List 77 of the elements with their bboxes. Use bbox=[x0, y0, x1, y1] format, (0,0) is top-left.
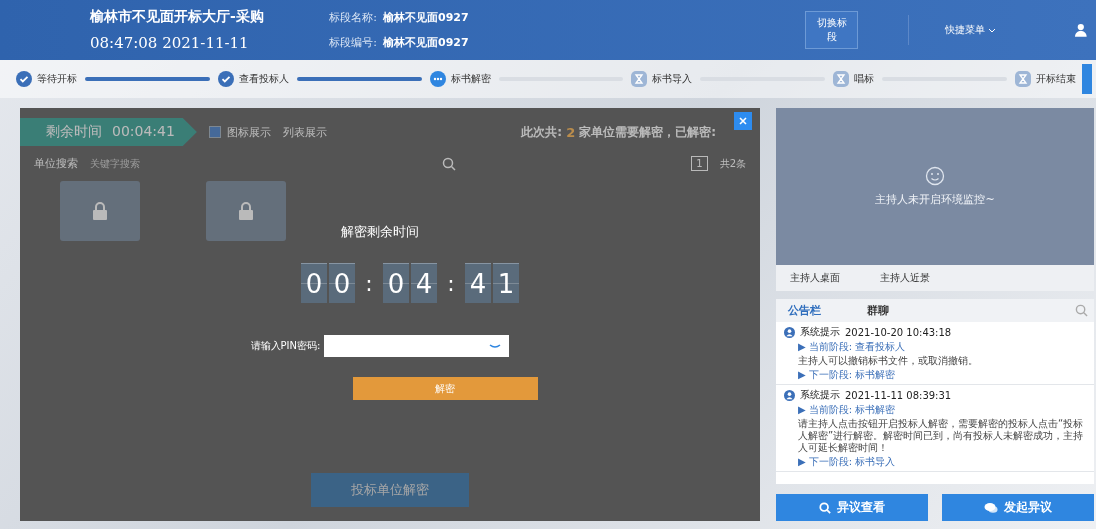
message-sender: 系统提示 bbox=[800, 388, 840, 402]
step-label: 查看投标人 bbox=[238, 72, 289, 86]
dialog-title: 解密剩余时间 bbox=[341, 223, 419, 241]
field-value: 榆林不见面0927 bbox=[383, 35, 469, 50]
close-button[interactable] bbox=[734, 112, 752, 130]
folder-icon[interactable] bbox=[206, 181, 286, 241]
monitor-message: 主持人未开启环境监控~ bbox=[875, 192, 995, 207]
next-stage: ▶ 下一阶段: 标书导入 bbox=[797, 455, 897, 469]
step-label: 标书导入 bbox=[652, 72, 693, 86]
lock-icon bbox=[238, 201, 254, 221]
folder-icon[interactable] bbox=[60, 181, 140, 241]
field-label: 标段名称: bbox=[329, 10, 377, 25]
ellipsis-circle-icon bbox=[429, 71, 446, 87]
timer-badge: 剩余时间 00:04:41 bbox=[20, 118, 197, 146]
bulletin-tab[interactable]: 群聊 bbox=[867, 303, 889, 318]
monitor-tab[interactable]: 主持人桌面 bbox=[790, 271, 840, 285]
page-number[interactable]: 1 bbox=[691, 156, 708, 171]
lock-icon bbox=[92, 201, 108, 221]
bidder-decrypt-button[interactable]: 投标单位解密 bbox=[311, 473, 469, 507]
message-body: 主持人可以撤销标书文件，或取消撤销。 bbox=[797, 355, 979, 367]
message-time: 2021-11-11 08:39:31 bbox=[845, 389, 952, 401]
step-label: 等待开标 bbox=[37, 72, 77, 86]
countdown-digit: 1 bbox=[493, 263, 519, 303]
countdown-digit: 4 bbox=[465, 263, 491, 303]
quick-menu-dropdown[interactable]: 快捷菜单 bbox=[908, 15, 1075, 45]
step-label: 开标结束 bbox=[1036, 72, 1076, 86]
monitor-tab[interactable]: 主持人近景 bbox=[880, 271, 930, 285]
search-label: 单位搜索 bbox=[34, 156, 78, 171]
view-option[interactable]: 列表展示 bbox=[282, 124, 327, 140]
check-circle-icon bbox=[16, 71, 32, 87]
field-label: 标段编号: bbox=[329, 35, 377, 50]
close-icon bbox=[738, 116, 748, 126]
total-count: 共2条 bbox=[719, 156, 746, 171]
summary-label: 此次共: bbox=[521, 123, 563, 141]
step-label: 标书解密 bbox=[450, 72, 491, 86]
message-body: 请主持人点击按钮开启投标人解密，需要解密的投标人点击“投标人解密”进行解密。解密时间已到，尚有投标人未解密成功，主持人可延长解密时间！ bbox=[797, 418, 1085, 454]
search-icon[interactable] bbox=[1075, 304, 1088, 317]
user-avatar-icon bbox=[784, 326, 795, 338]
field-value: 榆林不见面0927 bbox=[383, 10, 469, 25]
countdown-digit: 4 bbox=[411, 263, 437, 303]
countdown-digit: 0 bbox=[301, 263, 327, 303]
time-separator: : bbox=[364, 270, 374, 296]
message-sender: 系统提示 bbox=[800, 325, 840, 339]
objection-button[interactable]: 异议查看 bbox=[776, 494, 928, 521]
pin-label: 请输入PIN密码: bbox=[250, 339, 321, 353]
chevron-down-icon bbox=[988, 28, 997, 33]
user-icon[interactable] bbox=[1074, 23, 1088, 37]
next-stage: ▶ 下一阶段: 标书解密 bbox=[797, 368, 897, 382]
check-circle-icon bbox=[217, 71, 234, 87]
message-time: 2021-10-20 10:43:18 bbox=[845, 326, 952, 338]
pin-input-field[interactable] bbox=[324, 335, 510, 357]
clock-text: 08:47:08 2021-11-11 bbox=[90, 34, 250, 52]
summary-text: 家单位需要解密，已解密: bbox=[579, 123, 716, 141]
time-separator: : bbox=[446, 270, 456, 296]
summary-count: 2 bbox=[566, 124, 576, 140]
search-icon[interactable] bbox=[442, 156, 456, 171]
chat-bubbles-icon bbox=[984, 501, 998, 514]
decrypt-button[interactable]: 解密 bbox=[352, 377, 538, 400]
smiley-icon bbox=[925, 166, 945, 186]
hourglass-icon bbox=[833, 71, 850, 87]
switch-section-button[interactable]: 切换标段 bbox=[805, 11, 859, 49]
checkbox[interactable] bbox=[208, 126, 221, 138]
search-icon bbox=[819, 501, 831, 514]
countdown-digit: 0 bbox=[329, 263, 355, 303]
countdown-digit: 0 bbox=[383, 263, 409, 303]
bulletin-tab[interactable]: 公告栏 bbox=[788, 303, 821, 318]
hall-title: 榆林市不见面开标大厅-采购 bbox=[90, 8, 265, 26]
chevron-down-icon bbox=[489, 343, 502, 349]
current-stage: ▶ 当前阶段: 标书解密 bbox=[797, 403, 897, 417]
current-stage: ▶ 当前阶段: 查看投标人 bbox=[797, 340, 907, 354]
step-label: 唱标 bbox=[854, 72, 875, 86]
search-field[interactable]: 关键字搜索 bbox=[90, 156, 430, 171]
hourglass-icon bbox=[631, 71, 648, 87]
hourglass-icon bbox=[1015, 71, 1031, 87]
view-option[interactable]: 图标展示 bbox=[226, 124, 271, 140]
objection-button[interactable]: 发起异议 bbox=[942, 494, 1094, 521]
user-avatar-icon bbox=[784, 389, 795, 401]
